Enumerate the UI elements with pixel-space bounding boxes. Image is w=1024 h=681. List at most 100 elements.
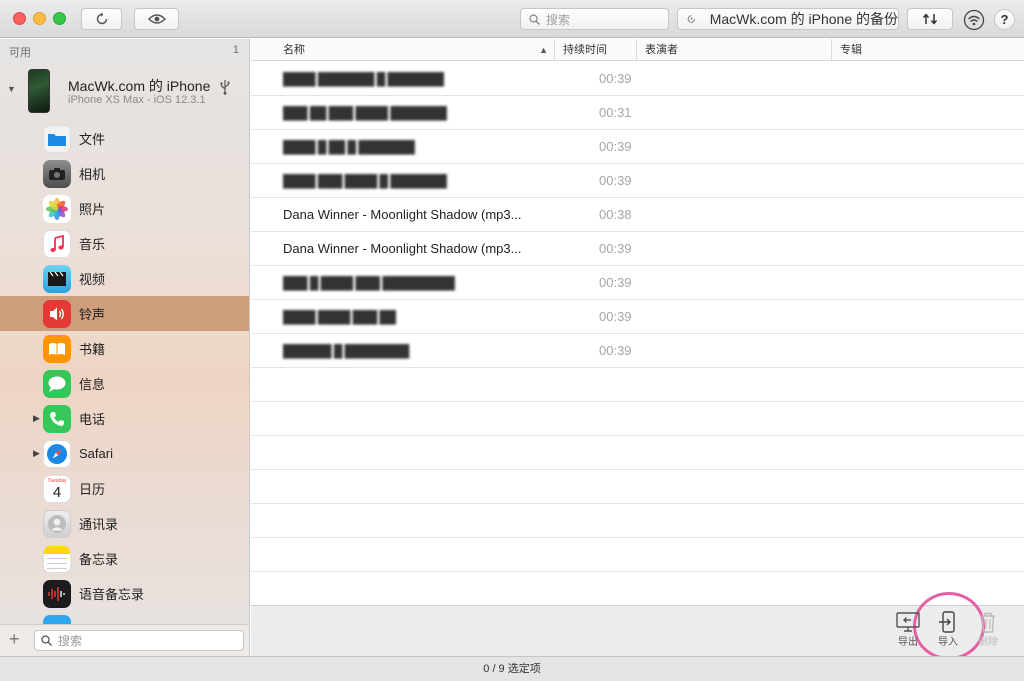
voice-memos-icon	[43, 579, 71, 608]
sidebar-item-messages[interactable]: 信息	[0, 366, 249, 401]
photos-icon	[43, 194, 71, 223]
empty-row	[251, 538, 1024, 572]
preview-button[interactable]	[134, 8, 179, 30]
sidebar-item-voice-memos[interactable]: 语音备忘录	[0, 576, 249, 611]
refresh-button[interactable]	[81, 8, 122, 30]
sidebar-header: 可用 1	[9, 44, 239, 60]
sidebar-item-notes[interactable]: 备忘录	[0, 541, 249, 576]
sidebar-item-music[interactable]: 音乐	[0, 226, 249, 261]
search-placeholder: 搜索	[546, 12, 571, 27]
column-header-duration[interactable]: 持续时间	[555, 39, 637, 61]
ringtone-duration: 00:39	[599, 139, 632, 154]
sidebar-item-calendar[interactable]: Tuesday 4 日历	[0, 471, 249, 506]
ringtone-duration: 00:38	[599, 207, 632, 222]
sidebar-item-label: 相机	[79, 167, 106, 182]
device-model: iPhone XS Max - iOS 12.3.1	[68, 94, 206, 106]
sidebar-item-contacts[interactable]: 通讯录	[0, 506, 249, 541]
table-row[interactable]: Dana Winner - Moonlight Shadow (mp3... 00…	[251, 232, 1024, 266]
sidebar-item-camera[interactable]: 相机	[0, 156, 249, 191]
sidebar-item-label: 照片	[79, 202, 106, 217]
disclosure-triangle-icon[interactable]: ▼	[7, 84, 16, 94]
delete-label: 删除	[978, 637, 998, 648]
sidebar-item-label: 日历	[79, 482, 106, 497]
table-row[interactable]: ███ ██ ███ ████ ███████ 00:31	[251, 96, 1024, 130]
help-button[interactable]: ?	[994, 9, 1015, 30]
usb-icon	[220, 79, 230, 98]
add-icon[interactable]: +	[9, 629, 20, 650]
table-header: 名称 ▲ 持续时间 表演者 专辑	[251, 39, 1024, 61]
iphone-thumbnail-icon	[28, 69, 50, 113]
import-label: 导入	[938, 637, 958, 648]
sort-ascending-icon: ▲	[539, 45, 548, 55]
maximize-window-button[interactable]	[53, 12, 66, 25]
backup-selector[interactable]: MacWk.com 的 iPhone 的备份	[677, 8, 899, 30]
import-icon	[939, 611, 955, 633]
wifi-connection-button[interactable]	[963, 9, 985, 31]
table-row[interactable]: ████ ███████ █ ███████ 00:39	[251, 62, 1024, 96]
table-row[interactable]: ██████ █ ████████ 00:39	[251, 334, 1024, 368]
close-window-button[interactable]	[13, 12, 26, 25]
table-row[interactable]: ████ ████ ███ ██ 00:39	[251, 300, 1024, 334]
table-row[interactable]: ███ █ ████ ███ █████████ 00:39	[251, 266, 1024, 300]
delete-button[interactable]: 删除	[971, 611, 1005, 648]
table-row[interactable]: ████ █ ██ █ ███████ 00:39	[251, 130, 1024, 164]
messages-icon	[43, 369, 71, 398]
search-icon	[529, 13, 540, 25]
device-row[interactable]: ▼ MacWk.com 的 iPhone iPhone XS Max - iOS…	[0, 69, 249, 115]
sidebar-item-video[interactable]: 视频	[0, 261, 249, 296]
ringtone-name: ████ █ ██ █ ███████	[283, 140, 415, 154]
import-button[interactable]: 导入	[931, 611, 965, 648]
selection-status: 0 / 9 选定项	[0, 656, 1024, 681]
sidebar-section-label: 可用	[9, 47, 31, 59]
ringtone-name: ███ █ ████ ███ █████████	[283, 276, 455, 290]
ringtone-duration: 00:39	[599, 275, 632, 290]
sidebar-item-label: 电话	[79, 412, 106, 427]
empty-row	[251, 470, 1024, 504]
transfer-arrows-icon	[922, 13, 938, 25]
minimize-window-button[interactable]	[33, 12, 46, 25]
table-row[interactable]: ████ ███ ████ █ ███████ 00:39	[251, 164, 1024, 198]
export-button[interactable]: 导出	[891, 611, 925, 648]
device-name: MacWk.com 的 iPhone	[68, 78, 211, 94]
refresh-icon	[96, 12, 107, 25]
trash-icon	[981, 612, 995, 633]
ringtone-name: ███ ██ ███ ████ ███████	[283, 106, 447, 120]
sidebar-item-phone[interactable]: ▶ 电话	[0, 401, 249, 436]
ringtone-duration: 00:39	[599, 343, 632, 358]
safari-icon	[43, 439, 71, 468]
sidebar-item-label: 语音备忘录	[79, 587, 145, 602]
column-header-name[interactable]: 名称 ▲	[275, 39, 555, 61]
ringtone-name: Dana Winner - Moonlight Shadow (mp3...	[283, 207, 522, 222]
sidebar-item-label: Safari	[79, 446, 113, 461]
column-header-album[interactable]: 专辑	[832, 39, 1024, 61]
sidebar-item-label: 视频	[79, 272, 106, 287]
ringtone-duration: 00:39	[599, 173, 632, 188]
column-header-artist[interactable]: 表演者	[637, 39, 832, 61]
ringtone-name: ████ ████ ███ ██	[283, 310, 396, 324]
sidebar-item-books[interactable]: 书籍	[0, 331, 249, 366]
ringtone-name: Dana Winner - Moonlight Shadow (mp3...	[283, 241, 522, 256]
backup-label: MacWk.com 的 iPhone 的备份	[709, 11, 898, 27]
ringtone-icon	[43, 299, 71, 328]
expand-triangle-icon[interactable]: ▶	[33, 413, 40, 424]
table-row[interactable]: Dana Winner - Moonlight Shadow (mp3... 00…	[251, 198, 1024, 232]
ringtone-table: 名称 ▲ 持续时间 表演者 专辑 ████ ███████ █ ███████ 0…	[251, 39, 1024, 605]
sidebar-item-ringtones[interactable]: 铃声	[0, 296, 249, 331]
music-icon	[43, 229, 71, 258]
calendar-day: 4	[52, 483, 62, 501]
ringtone-duration: 00:39	[599, 241, 632, 256]
sidebar-search-placeholder: 搜索	[58, 634, 83, 648]
sidebar-search-input[interactable]: 搜索	[34, 630, 244, 651]
empty-row	[251, 368, 1024, 402]
table-body: ████ ███████ █ ███████ 00:39 ███ ██ ███ █…	[251, 62, 1024, 572]
sidebar-item-label: 音乐	[79, 237, 106, 252]
expand-triangle-icon[interactable]: ▶	[33, 448, 40, 459]
books-icon	[43, 334, 71, 363]
ringtone-duration: 00:39	[599, 71, 632, 86]
transfer-button[interactable]	[907, 8, 953, 30]
sidebar-item-files[interactable]: 文件	[0, 121, 249, 156]
sidebar-item-safari[interactable]: ▶ Safari	[0, 436, 249, 471]
sidebar-item-photos[interactable]: 照片	[0, 191, 249, 226]
export-icon	[896, 612, 920, 632]
toolbar-search-field[interactable]: 搜索	[520, 8, 669, 30]
